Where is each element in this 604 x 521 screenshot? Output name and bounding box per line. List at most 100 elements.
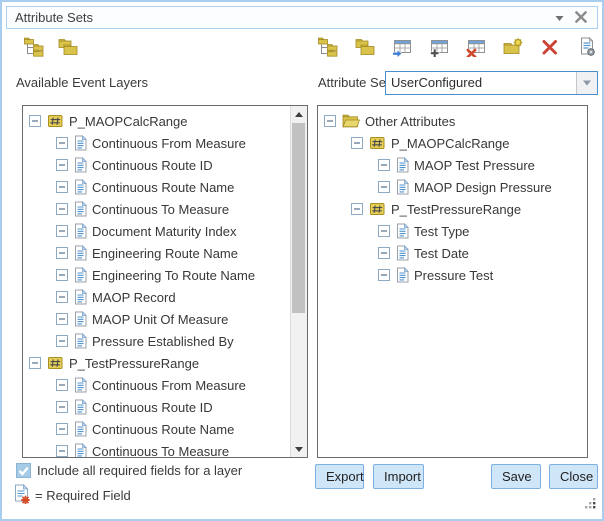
available-layer-label: P_TestPressureRange xyxy=(69,356,199,371)
attribute-set-dropdown[interactable]: UserConfigured xyxy=(385,71,598,95)
field-doc-icon xyxy=(74,201,87,217)
available-layer-row[interactable]: Engineering Route Name xyxy=(23,242,291,264)
expander-minus-icon[interactable] xyxy=(351,203,363,215)
field-doc-icon xyxy=(74,267,87,283)
expander-minus-icon[interactable] xyxy=(351,137,363,149)
resize-grip[interactable] xyxy=(584,497,597,515)
include-required-fields-label: Include all required fields for a layer xyxy=(37,463,242,478)
available-layer-row[interactable]: Continuous Route ID xyxy=(23,396,291,418)
export-table-button[interactable] xyxy=(392,39,412,59)
available-layer-row[interactable]: MAOP Unit Of Measure xyxy=(23,308,291,330)
close-button[interactable]: Close xyxy=(549,464,598,489)
left-toolbar xyxy=(24,39,78,59)
expander-minus-icon[interactable] xyxy=(56,401,68,413)
scroll-up-button[interactable] xyxy=(291,106,307,122)
close-dialog-button[interactable] xyxy=(573,12,589,26)
export-table-icon xyxy=(392,37,412,62)
edit-properties-icon xyxy=(577,37,597,62)
attribute-set-row[interactable]: Test Type xyxy=(318,220,587,242)
available-layer-label: Continuous To Measure xyxy=(92,202,229,217)
available-layer-label: Engineering To Route Name xyxy=(92,268,255,283)
add-layers-folder-button[interactable] xyxy=(58,39,78,59)
available-layer-row[interactable]: Continuous From Measure xyxy=(23,132,291,154)
available-layer-row[interactable]: Continuous To Measure xyxy=(23,198,291,220)
expander-minus-icon[interactable] xyxy=(56,445,68,457)
expander-minus-icon[interactable] xyxy=(56,423,68,435)
field-doc-icon xyxy=(74,311,87,327)
expander-minus-icon[interactable] xyxy=(378,247,390,259)
available-layer-label: Pressure Established By xyxy=(92,334,234,349)
add-layer-tree-button[interactable] xyxy=(318,39,338,59)
add-table-button[interactable] xyxy=(429,39,449,59)
expander-minus-icon[interactable] xyxy=(378,225,390,237)
import-button[interactable]: Import xyxy=(373,464,424,489)
remove-table-button[interactable] xyxy=(466,39,486,59)
field-doc-icon xyxy=(74,443,87,457)
expander-minus-icon[interactable] xyxy=(56,291,68,303)
expander-minus-icon[interactable] xyxy=(56,335,68,347)
expander-minus-icon[interactable] xyxy=(56,225,68,237)
folder-open-icon xyxy=(342,114,360,128)
attribute-set-row[interactable]: Test Date xyxy=(318,242,587,264)
attribute-set-row[interactable]: Other Attributes xyxy=(318,110,587,132)
available-layer-row[interactable]: Continuous From Measure xyxy=(23,374,291,396)
available-layer-row[interactable]: Continuous Route Name xyxy=(23,176,291,198)
expander-minus-icon[interactable] xyxy=(56,181,68,193)
field-doc-icon xyxy=(74,421,87,437)
attribute-set-label: P_MAOPCalcRange xyxy=(391,136,510,151)
expander-minus-icon[interactable] xyxy=(56,203,68,215)
add-layers-folder-icon xyxy=(58,37,78,62)
expander-minus-icon[interactable] xyxy=(56,269,68,281)
attribute-set-row[interactable]: MAOP Test Pressure xyxy=(318,154,587,176)
checkbox-checked-icon xyxy=(16,463,31,478)
edit-properties-button[interactable] xyxy=(577,39,597,59)
available-event-layers-label: Available Event Layers xyxy=(16,75,148,90)
expander-minus-icon[interactable] xyxy=(378,269,390,281)
new-attribute-set-folder-button[interactable] xyxy=(503,39,523,59)
expander-minus-icon[interactable] xyxy=(29,357,41,369)
field-doc-icon xyxy=(74,135,87,151)
available-layer-label: Continuous From Measure xyxy=(92,378,246,393)
expander-minus-icon[interactable] xyxy=(56,379,68,391)
export-button[interactable]: Export xyxy=(315,464,364,489)
expander-minus-icon[interactable] xyxy=(56,313,68,325)
available-layer-row[interactable]: Continuous Route ID xyxy=(23,154,291,176)
attribute-set-row[interactable]: MAOP Design Pressure xyxy=(318,176,587,198)
expander-minus-icon[interactable] xyxy=(29,115,41,127)
available-layer-row[interactable]: Engineering To Route Name xyxy=(23,264,291,286)
add-layers-folder-button[interactable] xyxy=(355,39,375,59)
available-layer-label: Continuous Route ID xyxy=(92,158,213,173)
dropdown-arrow-button[interactable] xyxy=(576,72,597,94)
available-layer-row[interactable]: Continuous To Measure xyxy=(23,440,291,457)
available-layer-row[interactable]: Document Maturity Index xyxy=(23,220,291,242)
expander-minus-icon[interactable] xyxy=(378,159,390,171)
attribute-set-row[interactable]: P_MAOPCalcRange xyxy=(318,132,587,154)
available-layer-row[interactable]: P_TestPressureRange xyxy=(23,352,291,374)
field-doc-icon xyxy=(74,157,87,173)
available-layer-row[interactable]: P_MAOPCalcRange xyxy=(23,110,291,132)
attribute-set-label: P_TestPressureRange xyxy=(391,202,521,217)
add-layers-folder-icon xyxy=(355,37,375,62)
expander-minus-icon[interactable] xyxy=(324,115,336,127)
scroll-down-button[interactable] xyxy=(291,441,307,457)
expander-minus-icon[interactable] xyxy=(56,247,68,259)
expander-minus-icon[interactable] xyxy=(56,159,68,171)
available-layer-row[interactable]: Continuous Route Name xyxy=(23,418,291,440)
expander-minus-icon[interactable] xyxy=(378,181,390,193)
include-required-fields-checkbox[interactable] xyxy=(16,463,31,478)
left-panel-scrollbar[interactable] xyxy=(290,106,307,457)
add-layer-tree-icon xyxy=(24,37,44,62)
add-layer-tree-button[interactable] xyxy=(24,39,44,59)
title-bar: Attribute Sets xyxy=(6,6,598,29)
attribute-set-row[interactable]: Pressure Test xyxy=(318,264,587,286)
auto-hide-button[interactable] xyxy=(551,12,567,26)
scrollbar-thumb[interactable] xyxy=(292,123,305,313)
close-icon xyxy=(575,10,587,28)
save-button[interactable]: Save xyxy=(491,464,541,489)
field-doc-icon xyxy=(396,267,409,283)
available-layer-row[interactable]: MAOP Record xyxy=(23,286,291,308)
attribute-set-row[interactable]: P_TestPressureRange xyxy=(318,198,587,220)
expander-minus-icon[interactable] xyxy=(56,137,68,149)
delete-button[interactable] xyxy=(540,39,560,59)
available-layer-row[interactable]: Pressure Established By xyxy=(23,330,291,352)
